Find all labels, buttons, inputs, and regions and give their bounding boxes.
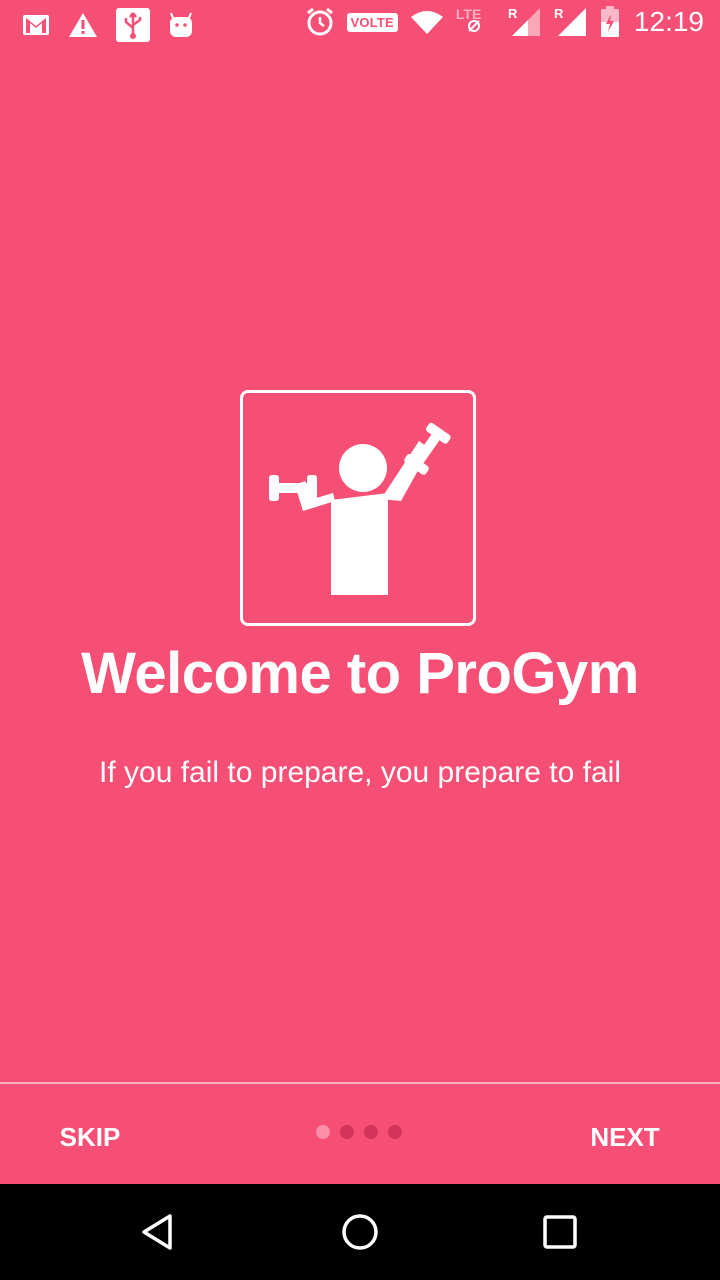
- weightlifter-icon: [269, 422, 451, 595]
- skip-button[interactable]: SKIP: [30, 1106, 150, 1168]
- status-clock: 12:19: [633, 6, 704, 37]
- home-button[interactable]: [332, 1208, 388, 1256]
- signal-icon: R: [554, 6, 588, 38]
- volte-icon: VOLTE: [346, 12, 398, 32]
- page-dot-1: [316, 1125, 330, 1139]
- back-icon: [142, 1214, 172, 1250]
- page-dot-3: [364, 1125, 378, 1139]
- roaming-label: R: [554, 6, 564, 21]
- android-icon: [168, 11, 194, 39]
- page-indicator: [316, 1125, 402, 1139]
- welcome-subtitle: If you fail to prepare, you prepare to f…: [99, 756, 621, 789]
- home-icon: [342, 1214, 378, 1250]
- next-button[interactable]: NEXT: [560, 1106, 690, 1168]
- page-dot-4: [388, 1125, 402, 1139]
- welcome-title: Welcome to ProGym: [81, 641, 639, 706]
- lte-icon: LTE: [456, 6, 496, 38]
- roaming-label: R: [508, 6, 518, 21]
- alarm-icon: [305, 7, 335, 37]
- gmail-icon: [22, 14, 50, 36]
- warning-icon: [68, 12, 98, 38]
- back-button[interactable]: [132, 1208, 188, 1256]
- bottom-divider: [0, 1082, 720, 1084]
- usb-icon: [116, 8, 150, 42]
- status-bar: VOLTE LTE R R 12:19: [0, 0, 720, 48]
- app-logo: [240, 390, 476, 626]
- recents-button[interactable]: [532, 1208, 588, 1256]
- navigation-bar: [0, 1184, 720, 1280]
- recents-icon: [543, 1215, 577, 1249]
- page-dot-2: [340, 1125, 354, 1139]
- battery-icon: [600, 6, 620, 38]
- wifi-icon: [410, 9, 444, 35]
- signal-icon: R: [508, 6, 542, 38]
